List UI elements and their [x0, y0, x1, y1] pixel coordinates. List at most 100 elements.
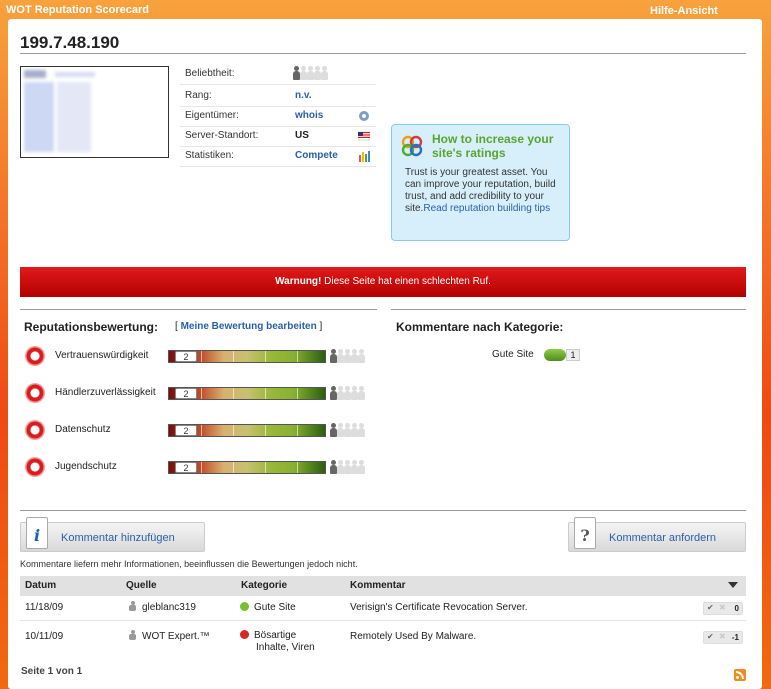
- owner-label: Eigentümer:: [185, 110, 239, 121]
- person-icon: [358, 386, 365, 400]
- category-count: 1: [566, 349, 580, 361]
- bar-segment: [297, 351, 298, 362]
- row-source-name[interactable]: gleblanc319: [142, 602, 196, 613]
- tip-read-link[interactable]: Read reputation building tips: [423, 203, 550, 214]
- col-source[interactable]: Quelle: [126, 580, 157, 591]
- divider: [20, 510, 746, 511]
- table-row: 10/11/09 WOT Expert.™ Bösartige Inhalte, …: [20, 621, 746, 656]
- confidence-meter: [330, 349, 365, 363]
- row-source-name[interactable]: WOT Expert.™: [142, 631, 210, 642]
- request-comment-label: Kommentar anfordern: [609, 532, 716, 544]
- person-icon: [314, 66, 321, 80]
- vote-widget: ✔ ✖ -1: [703, 631, 743, 644]
- downvote-x-icon[interactable]: ✖: [719, 632, 726, 641]
- bar-segment: [297, 462, 298, 473]
- us-flag-icon: [358, 131, 370, 141]
- bar-segment: [233, 462, 234, 473]
- person-icon: [358, 349, 365, 363]
- reputation-ring-icon: [25, 346, 45, 366]
- person-icon: [358, 460, 365, 474]
- site-thumbnail: [20, 66, 169, 158]
- reputation-ring-icon: [25, 420, 45, 440]
- row-category-line1: Bösartige: [254, 630, 297, 641]
- add-comment-label: Kommentar hinzufügen: [61, 532, 175, 544]
- rating-count: 2: [175, 425, 197, 436]
- popularity-meter: [293, 66, 328, 80]
- request-comment-button[interactable]: ? Kommentar anfordern: [568, 517, 746, 552]
- info-row-rank: Rang: n.v.: [180, 87, 376, 107]
- bar-segment: [265, 462, 266, 473]
- category-label: Gute Site: [492, 349, 534, 360]
- reputation-name: Datenschutz: [55, 424, 111, 435]
- divider: [20, 309, 377, 310]
- question-icon: ?: [574, 517, 596, 549]
- warning-banner: Warnung! Diese Seite hat einen schlechte…: [20, 267, 746, 297]
- whois-link[interactable]: whois: [295, 110, 323, 121]
- info-row-stats: Statistiken: Compete: [180, 147, 376, 167]
- help-view-link[interactable]: Hilfe-Ansicht: [650, 5, 718, 17]
- user-icon: [129, 601, 136, 611]
- confidence-meter: [330, 386, 365, 400]
- edit-rating-link[interactable]: Meine Bewertung bearbeiten: [181, 321, 317, 332]
- stats-label: Statistiken:: [185, 150, 234, 161]
- rss-icon[interactable]: [734, 669, 746, 681]
- upvote-check-icon[interactable]: ✔: [707, 632, 714, 641]
- person-icon: [330, 386, 337, 400]
- person-icon: [307, 66, 314, 80]
- server-label: Server-Standort:: [185, 130, 259, 141]
- col-comment[interactable]: Kommentar: [350, 580, 406, 591]
- table-row: 11/18/09 gleblanc319 Gute Site Verisign'…: [20, 596, 746, 621]
- row-category-label: Gute Site: [254, 602, 296, 613]
- info-icon: i: [26, 517, 48, 549]
- sort-arrow-icon[interactable]: [728, 582, 738, 588]
- vote-widget: ✔ ✖ 0: [703, 602, 743, 615]
- bar-segment: [201, 351, 202, 362]
- table-header: Datum Quelle Kategorie Kommentar: [20, 576, 746, 596]
- rank-value[interactable]: n.v.: [295, 90, 311, 101]
- divider: [20, 53, 746, 54]
- col-category[interactable]: Kategorie: [241, 580, 287, 591]
- bar-segment: [201, 462, 202, 473]
- person-icon: [351, 386, 358, 400]
- person-icon: [330, 349, 337, 363]
- downvote-x-icon[interactable]: ✖: [719, 603, 726, 612]
- edit-rating: [ Meine Bewertung bearbeiten ]: [175, 321, 322, 332]
- row-category: Gute Site: [240, 602, 296, 613]
- upvote-check-icon[interactable]: ✔: [707, 603, 714, 612]
- person-icon: [330, 423, 337, 437]
- person-icon: [351, 460, 358, 474]
- person-icon: [344, 349, 351, 363]
- person-icon: [358, 423, 365, 437]
- bar-segment: [233, 351, 234, 362]
- rings-icon: [401, 135, 423, 157]
- scorecard-panel: 199.7.48.190 Beliebtheit: Rang: n.v. Eig…: [8, 19, 762, 689]
- bar-chart-icon[interactable]: [358, 150, 370, 162]
- bar-segment: [297, 388, 298, 399]
- whois-gear-icon[interactable]: [358, 110, 370, 122]
- reputation-ring-icon: [25, 383, 45, 403]
- person-icon: [344, 386, 351, 400]
- rating-count: 2: [175, 462, 197, 473]
- pager: Seite 1 von 1: [21, 666, 83, 677]
- row-date: 11/18/09: [25, 602, 64, 613]
- reputation-name: Jugendschutz: [55, 461, 117, 472]
- person-icon: [351, 423, 358, 437]
- person-icon: [337, 349, 344, 363]
- reputation-row: Jugendschutz 2: [24, 457, 374, 479]
- row-comment: Verisign's Certificate Revocation Server…: [350, 602, 528, 613]
- col-date[interactable]: Datum: [25, 580, 56, 591]
- rating-count: 2: [175, 388, 197, 399]
- tip-box[interactable]: How to increase your site's ratings Trus…: [391, 124, 570, 241]
- tip-title: How to increase your site's ratings: [432, 132, 554, 160]
- bar-segment: [233, 388, 234, 399]
- divider: [391, 309, 746, 310]
- bar-segment: [265, 425, 266, 436]
- info-row-owner: Eigentümer: whois: [180, 107, 376, 127]
- bar-segment: [265, 388, 266, 399]
- compete-link[interactable]: Compete: [295, 150, 338, 161]
- category-item-good-site: Gute Site 1: [492, 348, 582, 362]
- warning-strong: Warnung!: [275, 276, 322, 287]
- bar-segment: [297, 425, 298, 436]
- person-icon: [344, 460, 351, 474]
- add-comment-button[interactable]: i Kommentar hinzufügen: [20, 517, 205, 552]
